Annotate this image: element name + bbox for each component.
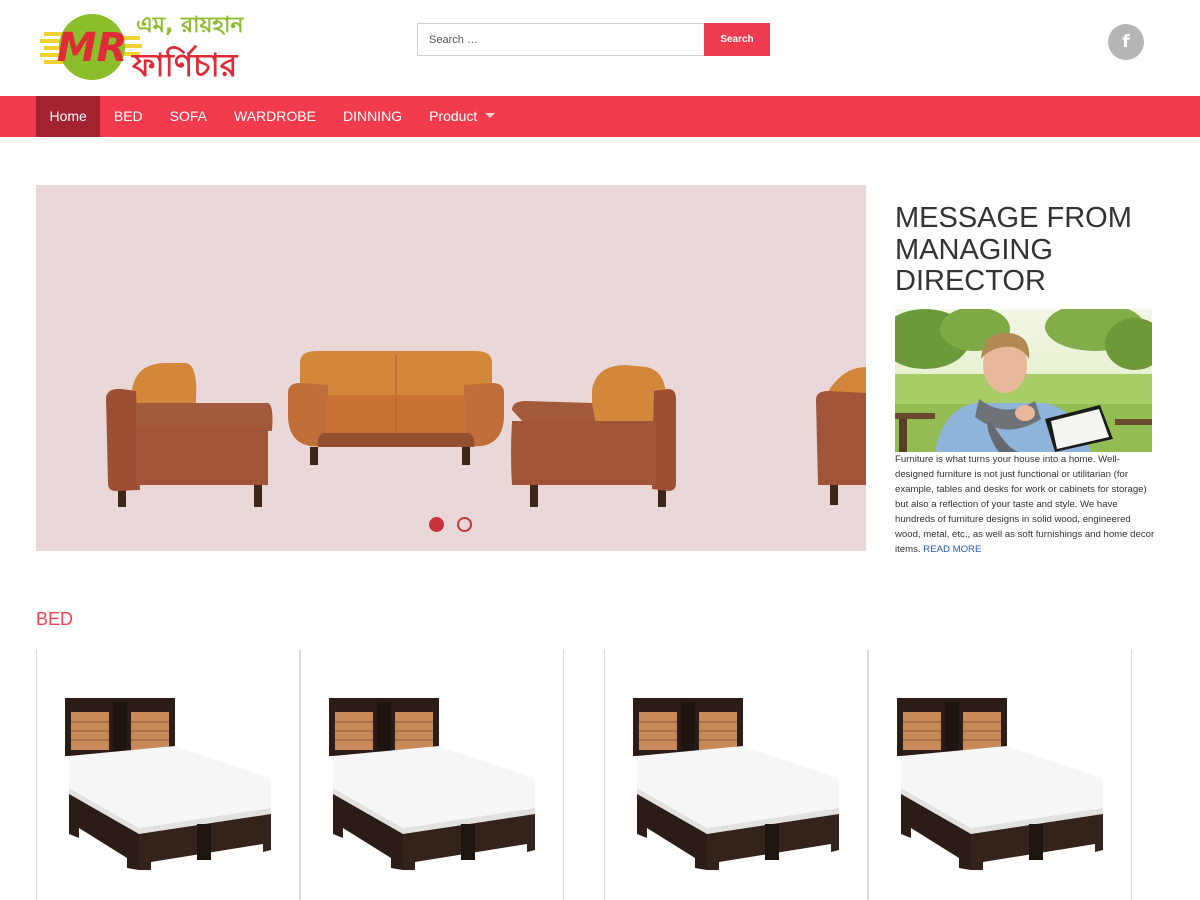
nav-item-label: WARDROBE [234,108,316,124]
logo-name-line1: এম, রায়হান [136,13,244,38]
logo-letters: MR [57,25,128,71]
bed-image [329,698,535,870]
hero-slider[interactable] [36,185,866,551]
slider-dot-2[interactable] [457,517,472,532]
facebook-icon[interactable]: f [1108,24,1144,60]
logo-name-line2: ফার্ণিচার [131,45,239,84]
slider-dot-1[interactable] [429,517,444,532]
nav-item-label: BED [113,108,143,124]
nav-item-sofa[interactable]: SOFA [156,96,220,137]
search-input[interactable] [417,23,704,56]
message-text: Furniture is what turns your house into … [895,454,1155,555]
bed-image [897,698,1103,870]
site-header: MR এম, রায়হান ফার্ণিচার Search f [0,0,1200,96]
product-card[interactable] [604,650,868,900]
director-photo [895,309,1152,452]
sofa-set-image [106,351,866,507]
section-title-bed: BED [36,609,74,629]
search-button[interactable]: Search [704,23,770,56]
nav-item-label: Home [49,108,87,124]
message-body: Furniture is what turns your house into … [895,452,1157,557]
caret-down-icon [485,112,496,118]
read-more-link[interactable]: READ MORE [923,544,981,555]
main-nav: Home BED SOFA WARDROBE DINNING Product [0,96,1200,137]
nav-item-home[interactable]: Home [36,96,101,137]
product-card[interactable] [300,650,564,900]
product-grid [36,650,1152,900]
nav-item-label: Product [429,108,478,124]
message-title: MESSAGE FROM MANAGING DIRECTOR [895,202,1132,297]
product-card[interactable] [868,650,1132,900]
nav-item-wardrobe[interactable]: WARDROBE [221,96,330,137]
product-card[interactable] [36,650,300,900]
site-logo[interactable]: MR এম, রায়হান ফার্ণিচার [40,6,280,88]
bed-image [65,698,271,870]
bed-image [633,698,839,870]
search-form: Search [417,23,770,56]
nav-item-label: DINNING [342,108,403,124]
nav-item-product[interactable]: Product [416,96,509,137]
nav-item-dinning[interactable]: DINNING [329,96,415,137]
nav-item-bed[interactable]: BED [100,96,156,137]
nav-item-label: SOFA [169,108,208,124]
